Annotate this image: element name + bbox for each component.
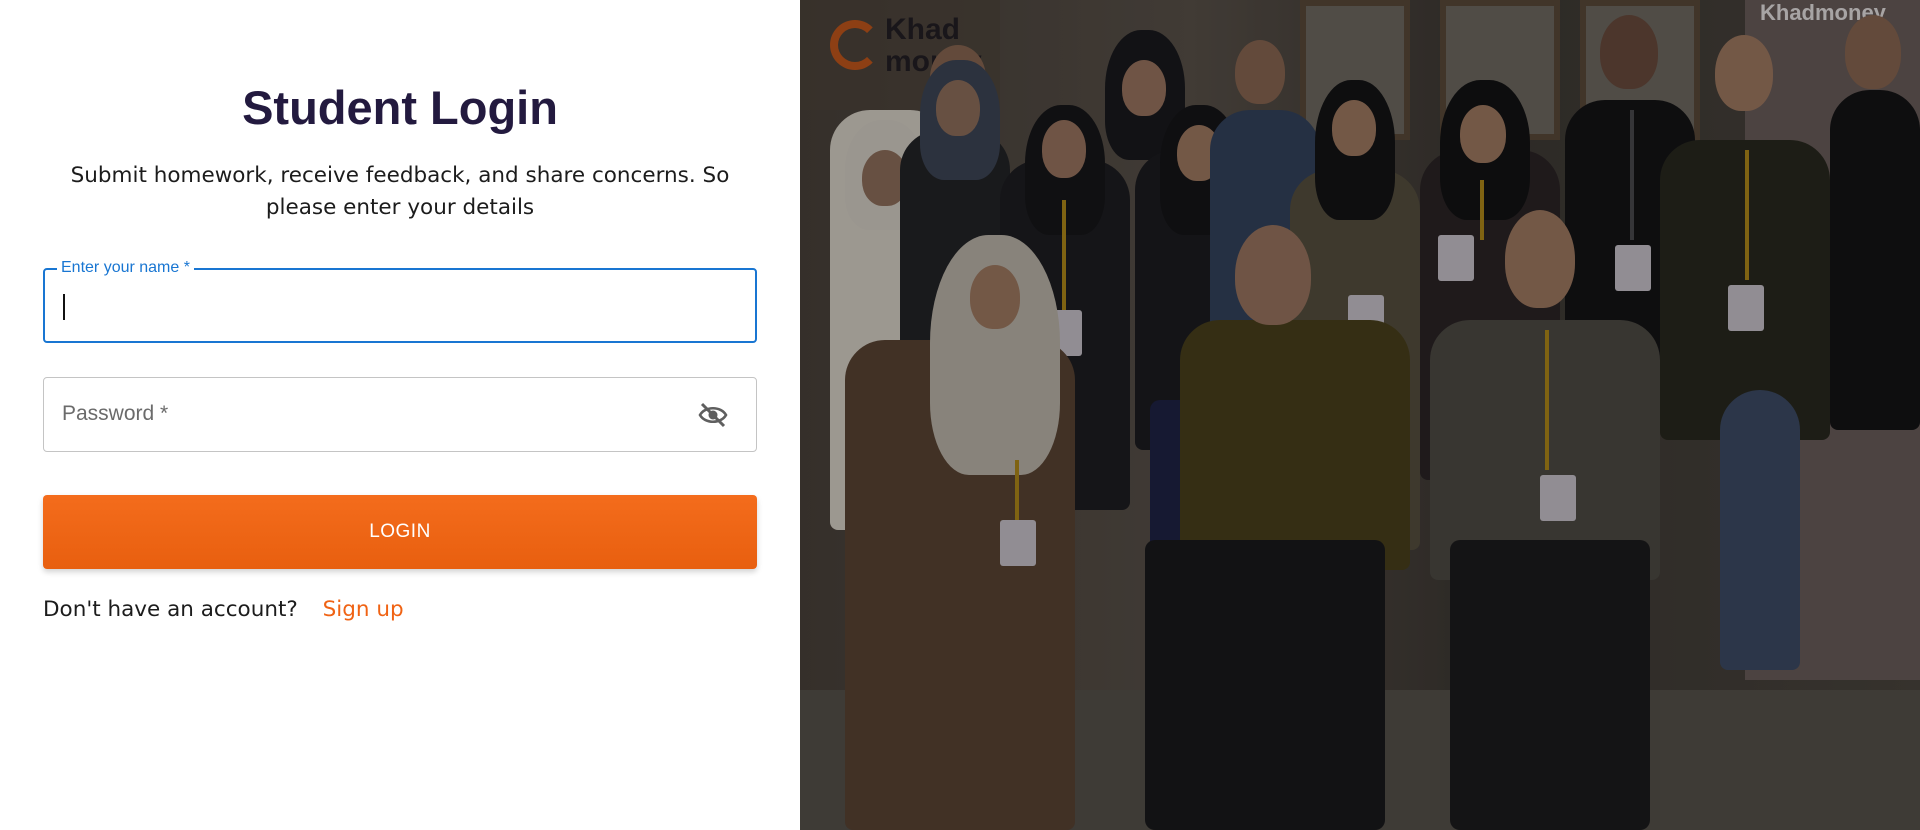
photo-dim-overlay — [800, 0, 1920, 830]
hero-photo: Khad money Khadmoney — [800, 0, 1920, 830]
name-input[interactable] — [61, 270, 701, 341]
signup-link[interactable]: Sign up — [323, 597, 404, 622]
page-subtitle: Submit homework, receive feedback, and s… — [70, 163, 730, 220]
password-input[interactable] — [60, 378, 700, 451]
login-button[interactable]: LOGIN — [43, 495, 757, 569]
page-title: Student Login — [242, 81, 558, 134]
password-field[interactable]: Password * — [43, 377, 757, 452]
eye-off-icon[interactable] — [698, 401, 728, 429]
name-field[interactable]: Enter your name * — [43, 259, 757, 343]
signup-row: Don't have an account? Sign up — [43, 597, 404, 622]
login-panel: Student Login Submit homework, receive f… — [0, 0, 800, 830]
signup-prompt: Don't have an account? — [43, 597, 298, 622]
